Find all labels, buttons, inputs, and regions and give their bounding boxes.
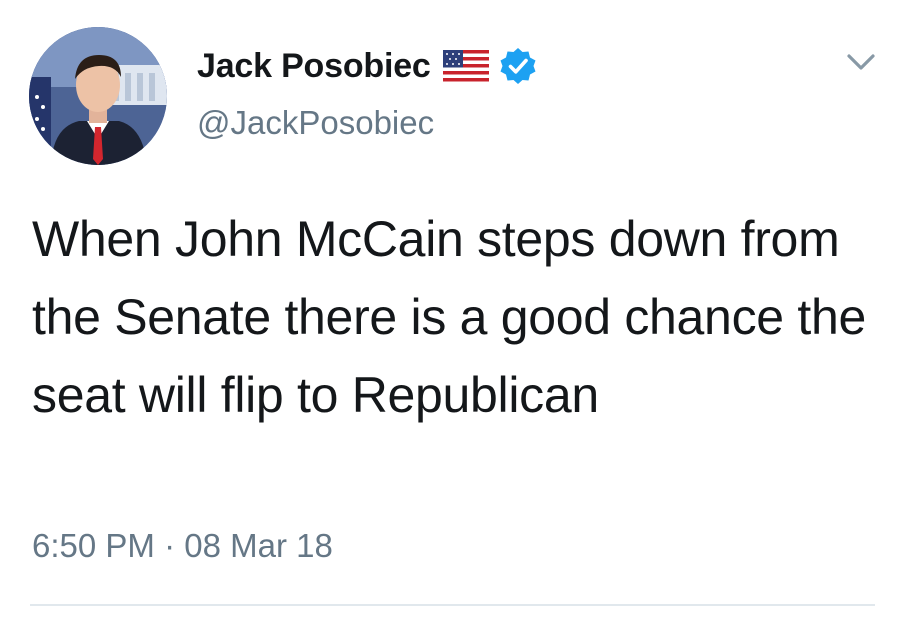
divider <box>30 604 875 606</box>
tweet-text: When John McCain steps down from the Sen… <box>32 211 866 423</box>
us-flag-icon <box>442 50 489 82</box>
avatar[interactable] <box>29 27 167 165</box>
tweet-card: Jack Posobiec @JackPosobiec When John Mc… <box>0 0 905 620</box>
display-name[interactable]: Jack Posobiec <box>197 47 431 86</box>
name-row: Jack Posobiec <box>197 44 537 88</box>
verified-badge-icon <box>499 47 537 85</box>
tweet-header: Jack Posobiec @JackPosobiec <box>197 44 537 142</box>
user-handle[interactable]: @JackPosobiec <box>197 104 537 142</box>
chevron-down-icon[interactable] <box>843 50 879 76</box>
tweet-timestamp[interactable]: 6:50 PM · 08 Mar 18 <box>32 527 333 565</box>
